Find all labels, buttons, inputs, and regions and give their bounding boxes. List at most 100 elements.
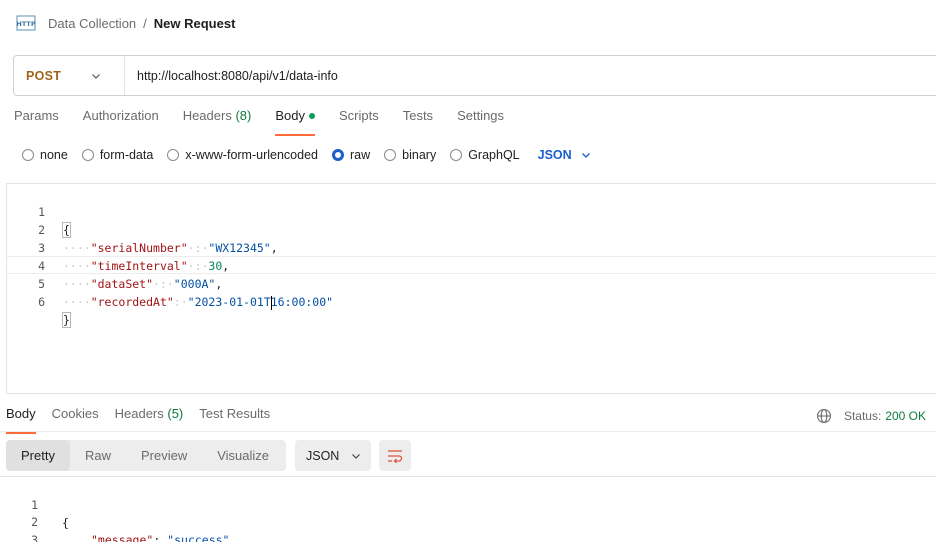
request-title[interactable]: New Request xyxy=(154,16,236,31)
wrap-lines-button[interactable] xyxy=(379,440,411,471)
code-line: 1 { xyxy=(0,478,936,530)
radio-button xyxy=(450,149,463,161)
body-language-label: JSON xyxy=(537,148,572,162)
indent: ···· xyxy=(63,295,91,309)
response-headers-count: (5) xyxy=(167,406,184,421)
tab-test-results[interactable]: Test Results xyxy=(199,406,270,432)
radio-button-selected xyxy=(332,149,344,161)
response-tabs: Body Cookies Headers (5) Test Results xyxy=(6,406,286,434)
view-visualize[interactable]: Visualize xyxy=(202,440,284,471)
method-select[interactable]: POST xyxy=(14,56,125,95)
code-line: 2 ····"serialNumber"·:·"WX12345", xyxy=(7,203,936,255)
view-pretty[interactable]: Pretty xyxy=(6,440,70,471)
svg-text:HTTP: HTTP xyxy=(16,20,35,28)
radio-urlencoded[interactable]: x-www-form-urlencoded xyxy=(167,148,318,162)
response-language-label: JSON xyxy=(306,448,340,463)
view-raw[interactable]: Raw xyxy=(70,440,126,471)
tab-label: Settings xyxy=(457,108,505,123)
separator: :· xyxy=(173,295,188,309)
tab-label: Body xyxy=(275,108,305,123)
http-icon: HTTP xyxy=(16,15,36,31)
tab-label: Headers xyxy=(114,406,164,421)
tab-label: Test Results xyxy=(199,406,271,421)
request-body-editor[interactable]: 1 { 2 ····"serialNumber"·:·"WX12345", 3 … xyxy=(6,183,936,394)
radio-label: x-www-form-urlencoded xyxy=(185,148,318,162)
radio-label: raw xyxy=(350,148,371,162)
headers-count: (8) xyxy=(235,108,252,123)
tab-scripts[interactable]: Scripts xyxy=(339,108,379,134)
json-value-after-caret: 16:00:00" xyxy=(270,295,334,309)
tab-body[interactable]: Body xyxy=(275,108,315,136)
radio-button xyxy=(167,149,180,161)
code-line: 3 ····"timeInterval"·:·30, xyxy=(7,221,936,273)
globe-icon[interactable] xyxy=(816,408,832,424)
radio-none[interactable]: none xyxy=(22,148,68,162)
method-label: POST xyxy=(26,68,62,83)
body-indicator-dot xyxy=(308,112,315,119)
radio-form-data[interactable]: form-data xyxy=(81,148,154,162)
json-value: "success" xyxy=(167,533,230,542)
radio-raw[interactable]: raw xyxy=(332,148,370,162)
tab-tests[interactable]: Tests xyxy=(403,108,433,134)
response-view-switch: Pretty Raw Preview Visualize xyxy=(6,440,286,471)
chevron-down-icon xyxy=(352,453,361,459)
tab-label: Params xyxy=(14,108,59,123)
response-body-viewer[interactable]: 1 { 2 "message": "success" 3 } xyxy=(0,476,936,542)
radio-label: none xyxy=(40,148,68,162)
radio-label: GraphQL xyxy=(468,148,520,162)
radio-label: binary xyxy=(402,148,437,162)
radio-binary[interactable]: binary xyxy=(384,148,436,162)
tab-label: Cookies xyxy=(51,406,99,421)
separator: : xyxy=(153,533,168,542)
response-language-select[interactable]: JSON xyxy=(295,440,371,471)
breadcrumb-collection[interactable]: Data Collection xyxy=(48,16,136,31)
tab-params[interactable]: Params xyxy=(14,108,59,134)
tab-label: Body xyxy=(6,406,36,421)
breadcrumb-separator: / xyxy=(143,15,147,31)
tab-response-headers[interactable]: Headers (5) xyxy=(115,406,184,432)
line-number: 3 xyxy=(31,533,38,542)
response-status: Status: 200 OK xyxy=(816,408,926,424)
tab-label: Tests xyxy=(402,108,434,123)
code-text: ····"recordedAt":·"2023-01-01T16:00:00" xyxy=(63,293,333,311)
json-key: "recordedAt" xyxy=(90,295,174,309)
radio-graphql[interactable]: GraphQL xyxy=(450,148,520,162)
radio-button xyxy=(22,149,34,161)
code-line: 6 } xyxy=(7,275,936,328)
line-number: 6 xyxy=(38,295,45,309)
code-line-current: 5 ····"recordedAt":·"2023-01-01T16:00:00… xyxy=(7,256,936,310)
status-value[interactable]: 200 OK xyxy=(885,409,926,423)
view-preview[interactable]: Preview xyxy=(126,440,202,471)
tab-label: Authorization xyxy=(82,108,159,123)
request-tabs: Params Authorization Headers (8) Body Sc… xyxy=(14,108,528,136)
tab-headers[interactable]: Headers (8) xyxy=(183,108,252,134)
tab-response-body[interactable]: Body xyxy=(6,406,36,434)
code-text: } xyxy=(62,311,71,329)
body-language-select[interactable]: JSON xyxy=(538,148,591,162)
divider xyxy=(0,431,936,432)
url-input[interactable] xyxy=(125,56,936,95)
code-text: "message": "success" xyxy=(91,531,229,542)
tab-settings[interactable]: Settings xyxy=(457,108,504,134)
chevron-down-icon xyxy=(92,73,101,79)
radio-label: form-data xyxy=(99,148,154,162)
status-label: Status: xyxy=(843,409,882,423)
tab-response-cookies[interactable]: Cookies xyxy=(52,406,99,432)
wrap-lines-icon xyxy=(388,449,403,463)
chevron-down-icon xyxy=(581,153,590,158)
json-key: "message" xyxy=(91,533,154,542)
breadcrumb: HTTP Data Collection / New Request xyxy=(16,12,235,34)
json-value-before-caret: "2023-01-01T xyxy=(187,295,271,309)
tab-label: Headers xyxy=(182,108,232,123)
code-line: 3 } xyxy=(0,513,936,542)
url-bar: POST xyxy=(13,55,936,96)
close-brace: } xyxy=(62,312,71,328)
code-line: 1 { xyxy=(7,185,936,238)
code-line: 4 ····"dataSet"·:·"000A", xyxy=(7,239,936,291)
body-type-options: none form-data x-www-form-urlencoded raw… xyxy=(22,145,591,165)
tab-label: Scripts xyxy=(338,108,379,123)
tab-authorization[interactable]: Authorization xyxy=(83,108,159,134)
code-line: 2 "message": "success" xyxy=(0,495,936,542)
radio-button xyxy=(81,149,94,161)
radio-button xyxy=(384,149,397,161)
